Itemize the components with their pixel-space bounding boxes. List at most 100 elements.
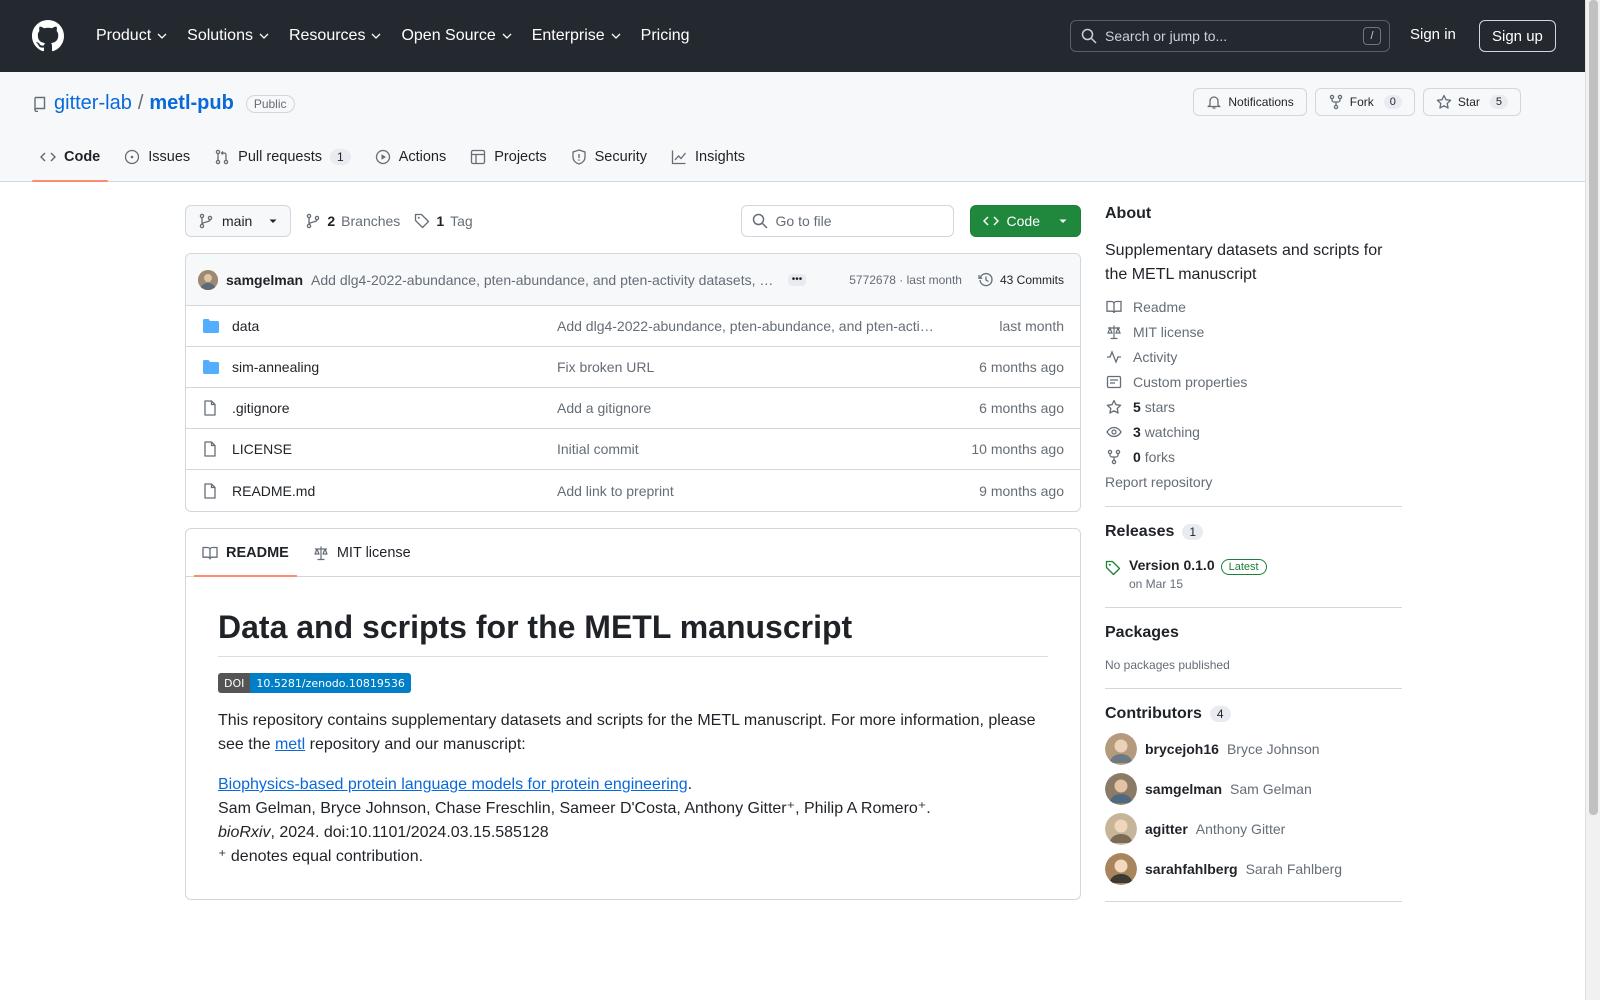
search-shortcut-key: / <box>1363 27 1381 45</box>
release-version[interactable]: Version 0.1.0 <box>1129 557 1215 573</box>
file-age: 9 months ago <box>979 482 1064 499</box>
sign-in-link[interactable]: Sign in <box>1410 26 1456 43</box>
table-row[interactable]: data Add dlg4-2022-abundance, pten-abund… <box>186 306 1080 347</box>
search-input[interactable]: Search or jump to... / <box>1070 20 1390 52</box>
readme-link[interactable]: Readme <box>1105 299 1402 315</box>
table-row[interactable]: sim-annealing Fix broken URL 6 months ag… <box>186 347 1080 388</box>
github-logo-icon[interactable] <box>32 20 64 52</box>
release-item[interactable]: Version 0.1.0 Latest on Mar 15 <box>1105 557 1402 591</box>
commit-message[interactable]: Add dlg4-2022-abundance, pten-abundance,… <box>311 272 776 288</box>
table-row[interactable]: .gitignore Add a gitignore 6 months ago <box>186 388 1080 429</box>
play-icon <box>375 149 390 165</box>
repo-actions: Notifications Fork 0 Star 5 <box>1193 88 1521 116</box>
chevron-down-icon <box>502 33 512 39</box>
readme-body: Data and scripts for the METL manuscript… <box>186 577 1080 899</box>
commit-author[interactable]: samgelman <box>226 272 303 288</box>
activity-link[interactable]: Activity <box>1105 349 1402 365</box>
file-name[interactable]: README.md <box>232 483 557 499</box>
tab-issues[interactable]: Issues <box>116 133 198 181</box>
repo-owner-link[interactable]: gitter-lab <box>54 92 132 115</box>
file-name[interactable]: .gitignore <box>232 400 557 416</box>
nav-open-source[interactable]: Open Source <box>393 21 519 51</box>
commit-expand-button[interactable]: ••• <box>788 273 807 286</box>
tab-pull-requests[interactable]: Pull requests 1 <box>206 133 359 181</box>
visibility-badge: Public <box>245 94 295 113</box>
tags-link[interactable]: 1 Tag <box>414 213 473 229</box>
tab-readme[interactable]: README <box>194 529 297 577</box>
law-icon <box>314 546 328 560</box>
file-commit-message[interactable]: Add link to preprint <box>557 483 937 499</box>
branch-select-button[interactable]: main <box>185 205 292 237</box>
file-age: 6 months ago <box>979 400 1064 416</box>
history-icon <box>978 272 993 286</box>
contributor-item[interactable]: sarahfahlberg Sarah Fahlberg <box>1105 853 1402 885</box>
file-commit-message[interactable]: Add dlg4-2022-abundance, pten-abundance,… <box>557 318 937 334</box>
code-dropdown-button[interactable]: Code <box>969 205 1081 237</box>
citation-journal: bioRxiv <box>218 824 271 841</box>
file-icon <box>202 441 222 457</box>
notifications-button[interactable]: Notifications <box>1193 88 1307 116</box>
watching-link[interactable]: 3 watching <box>1105 424 1402 440</box>
repo-sidebar: About Supplementary datasets and scripts… <box>1105 205 1402 918</box>
repo-name-link[interactable]: metl-pub <box>149 92 233 115</box>
nav-enterprise[interactable]: Enterprise <box>524 21 629 51</box>
nav-resources[interactable]: Resources <box>281 21 389 51</box>
license-link[interactable]: MIT license <box>1105 324 1402 340</box>
stars-link[interactable]: 5 stars <box>1105 399 1402 415</box>
releases-count: 1 <box>1182 524 1204 540</box>
report-repository-link[interactable]: Report repository <box>1105 474 1402 490</box>
file-commit-message[interactable]: Initial commit <box>557 441 937 457</box>
paper-link[interactable]: Biophysics-based protein language models… <box>218 776 688 793</box>
avatar[interactable] <box>198 269 218 290</box>
contributor-item[interactable]: agitter Anthony Gitter <box>1105 813 1402 845</box>
go-to-file-input[interactable]: Go to file <box>740 205 954 237</box>
scrollbar-thumb[interactable] <box>1589 0 1598 815</box>
file-name[interactable]: sim-annealing <box>232 359 557 375</box>
commits-history-link[interactable]: 43 Commits <box>978 272 1064 288</box>
star-icon <box>1105 399 1123 415</box>
doi-badge[interactable]: DOI 10.5281/zenodo.10819536 <box>218 673 411 693</box>
pull-request-icon <box>215 149 229 165</box>
file-name[interactable]: LICENSE <box>232 441 557 457</box>
star-button[interactable]: Star 5 <box>1422 88 1521 116</box>
branches-link[interactable]: 2 Branches <box>305 213 400 229</box>
commit-hash-time[interactable]: 5772678 · last month <box>849 273 962 287</box>
file-commit-message[interactable]: Fix broken URL <box>557 359 937 375</box>
contributors-count: 4 <box>1209 706 1231 722</box>
tab-security[interactable]: Security <box>563 133 655 181</box>
contributor-item[interactable]: brycejoh16 Bryce Johnson <box>1105 733 1402 765</box>
sign-up-button[interactable]: Sign up <box>1479 20 1556 52</box>
contributors-heading[interactable]: Contributors 4 <box>1105 705 1402 723</box>
fork-count: 0 <box>1383 95 1402 109</box>
custom-properties-link[interactable]: Custom properties <box>1105 374 1402 390</box>
avatar <box>1105 853 1137 885</box>
tab-insights[interactable]: Insights <box>663 133 753 181</box>
folder-icon <box>202 359 222 375</box>
tab-license[interactable]: MIT license <box>305 529 419 576</box>
forks-link[interactable]: 0 forks <box>1105 449 1402 465</box>
table-row[interactable]: LICENSE Initial commit 10 months ago <box>186 429 1080 470</box>
releases-heading[interactable]: Releases 1 <box>1105 523 1402 541</box>
chevron-down-icon <box>371 33 381 39</box>
nav-product[interactable]: Product <box>88 21 175 51</box>
contributor-item[interactable]: samgelman Sam Gelman <box>1105 773 1402 805</box>
book-icon <box>1105 299 1123 315</box>
readme-citation: Biophysics-based protein language models… <box>218 776 931 865</box>
pull-requests-count: 1 <box>330 149 351 165</box>
file-name[interactable]: data <box>232 318 557 334</box>
readme-panel: README MIT license Data and scripts for … <box>185 528 1081 900</box>
fork-button[interactable]: Fork 0 <box>1314 88 1415 116</box>
table-row[interactable]: README.md Add link to preprint 9 months … <box>186 470 1080 511</box>
packages-heading[interactable]: Packages <box>1105 624 1402 642</box>
tab-code[interactable]: Code <box>32 133 109 182</box>
tab-projects[interactable]: Projects <box>462 133 554 181</box>
nav-pricing[interactable]: Pricing <box>633 21 698 51</box>
note-icon <box>1105 374 1123 390</box>
repo-header: gitter-lab / metl-pub Public Notificatio… <box>0 72 1585 182</box>
nav-solutions[interactable]: Solutions <box>179 21 277 51</box>
tab-actions[interactable]: Actions <box>367 133 455 181</box>
metl-repo-link[interactable]: metl <box>275 736 305 753</box>
file-commit-message[interactable]: Add a gitignore <box>557 400 937 416</box>
page-scrollbar[interactable] <box>1585 0 1600 1000</box>
latest-badge: Latest <box>1220 559 1267 575</box>
